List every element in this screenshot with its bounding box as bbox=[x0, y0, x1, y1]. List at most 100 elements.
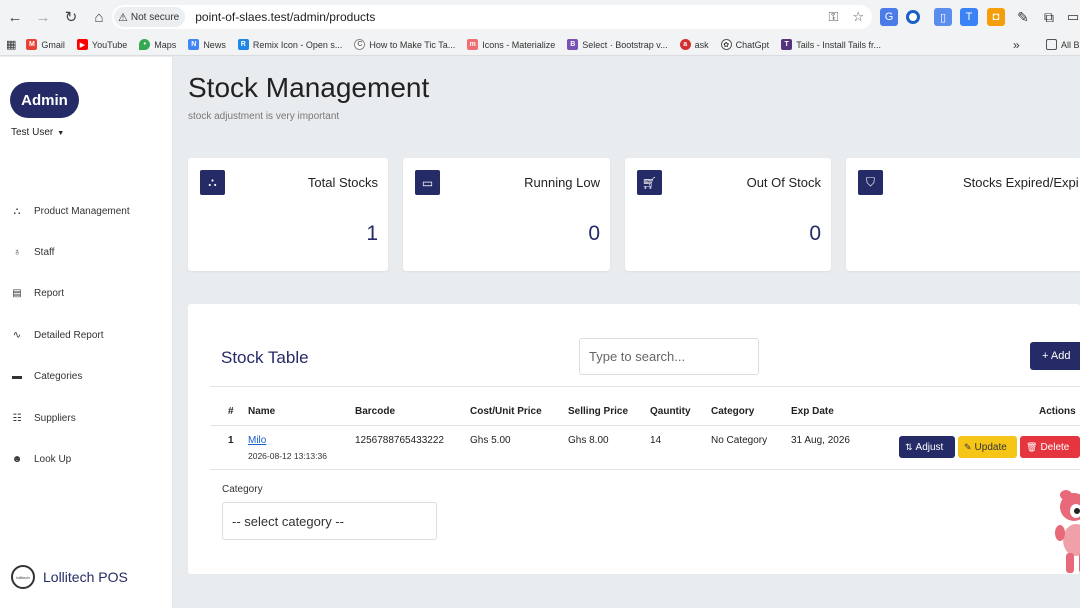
cell-barcode: 1256788765433222 bbox=[355, 435, 444, 446]
browser-toolbar: ← → ↻ ⌂ ⚠ Not secure point-of-slaes.test… bbox=[0, 0, 1080, 34]
pulse-icon: ∿ bbox=[12, 330, 22, 341]
list-icon: ☷ bbox=[12, 413, 22, 424]
divider bbox=[210, 386, 1080, 387]
materialize-icon: m bbox=[467, 39, 479, 50]
sidebar-item-product-management[interactable]: ⛬ Product Management bbox=[10, 206, 130, 217]
bookmark-news[interactable]: N News bbox=[188, 39, 226, 50]
header-quantity: Qauntity bbox=[650, 406, 691, 417]
card-title: Out Of Stock bbox=[746, 175, 821, 190]
puzzle-extension-icon[interactable]: ⧉ bbox=[1040, 8, 1058, 26]
sidebar-item-categories[interactable]: ▬ Categories bbox=[10, 371, 82, 382]
edit-icon: ✎ bbox=[964, 441, 972, 452]
stock-table-panel: Stock Table + Add # Name Barcode Cost/Un… bbox=[188, 304, 1080, 574]
cart-icon: 🛒︎ bbox=[637, 170, 662, 195]
tab-icon[interactable]: ▭ bbox=[1064, 8, 1080, 26]
table-title: Stock Table bbox=[221, 348, 309, 367]
apps-grid-icon[interactable]: ▦ bbox=[6, 38, 16, 51]
more-bookmarks-icon[interactable]: » bbox=[1013, 38, 1020, 52]
header-category: Category bbox=[711, 406, 755, 417]
category-select[interactable]: -- select category -- bbox=[222, 502, 437, 540]
gmail-icon: M bbox=[26, 39, 38, 50]
cell-selling: Ghs 8.00 bbox=[568, 435, 609, 446]
bookmark-chatgpt[interactable]: ✿ ChatGpt bbox=[720, 39, 769, 50]
news-icon: N bbox=[188, 39, 200, 50]
search-input[interactable] bbox=[579, 338, 759, 375]
card-value: 1 bbox=[366, 222, 378, 245]
star-icon[interactable]: ☆ bbox=[852, 9, 864, 25]
brand[interactable]: lollitech Lollitech POS bbox=[11, 565, 128, 589]
header-divider bbox=[210, 425, 1080, 426]
sidebar-item-staff[interactable]: ♁ Staff bbox=[10, 247, 54, 258]
mascot-illustration bbox=[1055, 490, 1080, 573]
sidebar-item-suppliers[interactable]: ☷ Suppliers bbox=[10, 413, 76, 424]
sidebar-item-look-up[interactable]: ☻ Look Up bbox=[10, 454, 72, 465]
lightbulb-icon: ♁ bbox=[13, 247, 21, 258]
key-icon[interactable]: ⚿ bbox=[828, 9, 838, 25]
page-title: Stock Management bbox=[188, 72, 430, 103]
bookmark-bootstrap[interactable]: B Select · Bootstrap v... bbox=[567, 39, 668, 50]
translate2-extension-icon[interactable]: T bbox=[960, 8, 978, 26]
ask-icon: a bbox=[679, 39, 691, 50]
bookmark-tails[interactable]: T Tails - Install Tails fr... bbox=[781, 39, 881, 50]
bootstrap-icon: B bbox=[567, 39, 579, 50]
card-out-of-stock: 🛒︎ Out Of Stock 0 bbox=[625, 158, 831, 271]
bookmarks-bar: ▦ M Gmail ▶ YouTube • Maps N News R Remix Ico… bbox=[0, 34, 1080, 56]
bookmark-youtube[interactable]: ▶ YouTube bbox=[76, 39, 127, 50]
back-icon[interactable]: ← bbox=[2, 4, 28, 30]
card-value: 0 bbox=[588, 222, 600, 245]
card-total-stocks: ⛬ Total Stocks 1 bbox=[188, 158, 388, 271]
header-exp-date: Exp Date bbox=[791, 406, 834, 417]
users-icon: ☻ bbox=[11, 454, 23, 465]
sidebar-item-report[interactable]: ▤ Report bbox=[10, 288, 64, 299]
delete-button[interactable]: 🗑︎ Delete bbox=[1020, 436, 1080, 458]
user-name: Test User bbox=[11, 127, 54, 138]
update-button[interactable]: ✎ Update bbox=[958, 436, 1017, 458]
brand-name: Lollitech POS bbox=[43, 569, 128, 585]
circle-extension-icon[interactable] bbox=[906, 10, 920, 24]
maps-icon: • bbox=[139, 39, 151, 50]
admin-badge[interactable]: Admin bbox=[10, 82, 79, 118]
translate-extension-icon[interactable]: G bbox=[880, 8, 898, 26]
doc-extension-icon[interactable]: ▯ bbox=[934, 8, 952, 26]
c-icon: C bbox=[354, 39, 366, 50]
swap-icon: ⇅ bbox=[905, 441, 913, 452]
forward-icon[interactable]: → bbox=[30, 4, 56, 30]
trash-icon: 🗑︎ bbox=[1026, 441, 1038, 452]
header-selling: Selling Price bbox=[568, 406, 629, 417]
header-cost: Cost/Unit Price bbox=[470, 406, 542, 417]
user-dropdown[interactable]: Test User ▼ bbox=[11, 127, 64, 138]
pen-extension-icon[interactable]: ✎ bbox=[1014, 8, 1032, 26]
url-text[interactable]: point-of-slaes.test/admin/products bbox=[195, 10, 375, 24]
bookmark-ask[interactable]: a ask bbox=[679, 39, 709, 50]
bookmark-remix[interactable]: R Remix Icon - Open s... bbox=[237, 39, 342, 50]
sitemap-icon: ⛬ bbox=[13, 206, 21, 217]
briefcase-icon: ▬ bbox=[12, 371, 22, 382]
orange-extension-icon[interactable]: ◘ bbox=[987, 8, 1005, 26]
shield-icon: ⛉ bbox=[858, 170, 883, 195]
sidebar-item-detailed-report[interactable]: ∿ Detailed Report bbox=[10, 330, 104, 341]
reload-icon[interactable]: ↻ bbox=[58, 4, 84, 30]
home-icon[interactable]: ⌂ bbox=[86, 4, 112, 30]
adjust-button[interactable]: ⇅ Adjust bbox=[899, 436, 955, 458]
header-num: # bbox=[228, 406, 234, 417]
bookmark-tictac[interactable]: C How to Make Tic Ta... bbox=[354, 39, 455, 50]
add-button[interactable]: + Add bbox=[1030, 342, 1080, 370]
all-bookmarks[interactable]: All B bbox=[1046, 39, 1080, 50]
bookmark-maps[interactable]: • Maps bbox=[139, 39, 176, 50]
caret-down-icon: ▼ bbox=[57, 130, 65, 137]
row-divider bbox=[210, 469, 1080, 470]
security-badge[interactable]: ⚠ Not secure bbox=[114, 7, 186, 27]
card-value: 0 bbox=[809, 222, 821, 245]
cell-created-date: 2026-08-12 13:13:36 bbox=[248, 451, 327, 461]
remix-icon: R bbox=[237, 39, 249, 50]
card-title: Total Stocks bbox=[307, 175, 378, 190]
product-name-link[interactable]: Milo bbox=[248, 435, 266, 446]
address-bar[interactable]: ⚠ Not secure point-of-slaes.test/admin/p… bbox=[112, 5, 872, 29]
tails-icon: T bbox=[781, 39, 793, 50]
bookmark-gmail[interactable]: M Gmail bbox=[26, 39, 65, 50]
cell-num: 1 bbox=[228, 435, 234, 446]
header-actions: Actions bbox=[1039, 406, 1076, 417]
sidebar: Admin Test User ▼ ⛬ Product Management ♁ … bbox=[0, 57, 173, 608]
bookmark-materialize[interactable]: m Icons - Materialize bbox=[467, 39, 555, 50]
sitemap-icon: ⛬ bbox=[200, 170, 225, 195]
